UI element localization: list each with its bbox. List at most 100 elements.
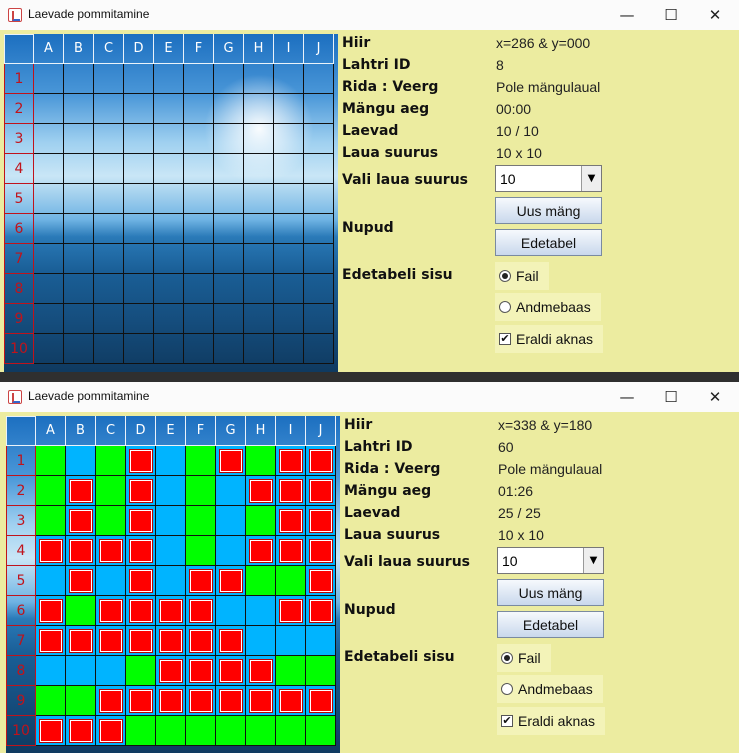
board-cell-hit[interactable] <box>66 566 96 596</box>
board-cell[interactable] <box>124 94 154 124</box>
board-cell-hit[interactable] <box>126 596 156 626</box>
board-cell-water[interactable] <box>96 566 126 596</box>
board-cell[interactable] <box>184 184 214 214</box>
board-cell[interactable] <box>244 94 274 124</box>
board-cell[interactable] <box>94 334 124 364</box>
new-game-button[interactable]: Uus mäng <box>495 197 602 224</box>
board-cell-hit[interactable] <box>126 626 156 656</box>
board-cell-hit[interactable] <box>306 476 336 506</box>
board-cell-water[interactable] <box>156 506 186 536</box>
board-cell[interactable] <box>304 244 334 274</box>
maximize-button[interactable]: ☐ <box>648 0 694 30</box>
board-cell[interactable] <box>274 124 304 154</box>
board-cell-hit[interactable] <box>36 626 66 656</box>
board-cell[interactable] <box>214 244 244 274</box>
board-cell-hit[interactable] <box>66 626 96 656</box>
board-cell[interactable] <box>244 244 274 274</box>
board-cell-hit[interactable] <box>246 536 276 566</box>
board-cell[interactable] <box>184 214 214 244</box>
board-cell-ship[interactable] <box>156 716 186 746</box>
board-cell[interactable] <box>94 124 124 154</box>
board-cell[interactable] <box>154 64 184 94</box>
board-cell[interactable] <box>154 304 184 334</box>
board-cell-hit[interactable] <box>66 716 96 746</box>
board-cell-hit[interactable] <box>246 656 276 686</box>
board-cell[interactable] <box>304 304 334 334</box>
board-cell[interactable] <box>154 94 184 124</box>
board-cell[interactable] <box>124 304 154 334</box>
board-cell[interactable] <box>154 244 184 274</box>
board-cell[interactable] <box>124 184 154 214</box>
board-cell[interactable] <box>274 244 304 274</box>
board-cell[interactable] <box>244 154 274 184</box>
board-cell[interactable] <box>214 64 244 94</box>
board-cell-water[interactable] <box>156 566 186 596</box>
board-cell-water[interactable] <box>216 506 246 536</box>
board-cell-hit[interactable] <box>156 656 186 686</box>
chevron-down-icon[interactable]: ▼ <box>581 166 601 191</box>
board-cell[interactable] <box>124 274 154 304</box>
board-cell[interactable] <box>184 64 214 94</box>
board-cell-water[interactable] <box>216 596 246 626</box>
board-cell[interactable] <box>214 94 244 124</box>
board-cell-ship[interactable] <box>66 596 96 626</box>
board-cell-hit[interactable] <box>246 476 276 506</box>
board-cell-hit[interactable] <box>96 626 126 656</box>
board-cell[interactable] <box>304 214 334 244</box>
board-cell-ship[interactable] <box>306 716 336 746</box>
board-cell-hit[interactable] <box>36 716 66 746</box>
board-cell[interactable] <box>34 154 64 184</box>
board-cell[interactable] <box>184 94 214 124</box>
board-cell-ship[interactable] <box>276 716 306 746</box>
board-cell[interactable] <box>34 64 64 94</box>
board-cell-water[interactable] <box>246 596 276 626</box>
board-cell[interactable] <box>34 334 64 364</box>
board-cell-water[interactable] <box>156 446 186 476</box>
minimize-button[interactable]: — <box>604 382 650 412</box>
board-cell[interactable] <box>274 94 304 124</box>
board-cell-water[interactable] <box>156 476 186 506</box>
board-cell[interactable] <box>64 64 94 94</box>
board-cell-hit[interactable] <box>36 536 66 566</box>
board-cell[interactable] <box>94 64 124 94</box>
board-cell[interactable] <box>304 94 334 124</box>
board-cell[interactable] <box>184 334 214 364</box>
board-cell[interactable] <box>94 244 124 274</box>
board-cell-hit[interactable] <box>216 656 246 686</box>
board-cell-water[interactable] <box>216 476 246 506</box>
board-cell[interactable] <box>274 274 304 304</box>
board-cell[interactable] <box>214 184 244 214</box>
board-cell[interactable] <box>244 214 274 244</box>
board-cell[interactable] <box>124 334 154 364</box>
board-cell[interactable] <box>34 214 64 244</box>
board-cell-ship[interactable] <box>186 536 216 566</box>
chevron-down-icon[interactable]: ▼ <box>583 548 603 573</box>
board-cell-ship[interactable] <box>36 686 66 716</box>
board-cell-ship[interactable] <box>66 686 96 716</box>
board-cell-water[interactable] <box>66 656 96 686</box>
board-cell[interactable] <box>64 244 94 274</box>
board-size-select[interactable]: 10 ▼ <box>497 547 604 574</box>
board-cell-ship[interactable] <box>186 716 216 746</box>
board-cell-ship[interactable] <box>96 476 126 506</box>
board-cell[interactable] <box>64 214 94 244</box>
board-cell-hit[interactable] <box>276 536 306 566</box>
board-cell[interactable] <box>244 64 274 94</box>
close-button[interactable]: ✕ <box>692 382 738 412</box>
separate-window-checkbox[interactable]: ✔ Eraldi aknas <box>495 325 604 353</box>
board-cell[interactable] <box>274 304 304 334</box>
board-cell-water[interactable] <box>216 536 246 566</box>
board-cell-ship[interactable] <box>36 476 66 506</box>
board-cell[interactable] <box>64 274 94 304</box>
board-cell[interactable] <box>274 334 304 364</box>
board-cell[interactable] <box>274 154 304 184</box>
board-cell[interactable] <box>64 94 94 124</box>
board-cell[interactable] <box>244 184 274 214</box>
board-cell[interactable] <box>274 64 304 94</box>
board-cell-ship[interactable] <box>246 566 276 596</box>
board-cell[interactable] <box>304 274 334 304</box>
board-cell-hit[interactable] <box>96 716 126 746</box>
separate-window-checkbox[interactable]: ✔ Eraldi aknas <box>497 707 606 735</box>
database-radio[interactable]: Andmebaas <box>495 293 601 321</box>
board-cell[interactable] <box>154 184 184 214</box>
